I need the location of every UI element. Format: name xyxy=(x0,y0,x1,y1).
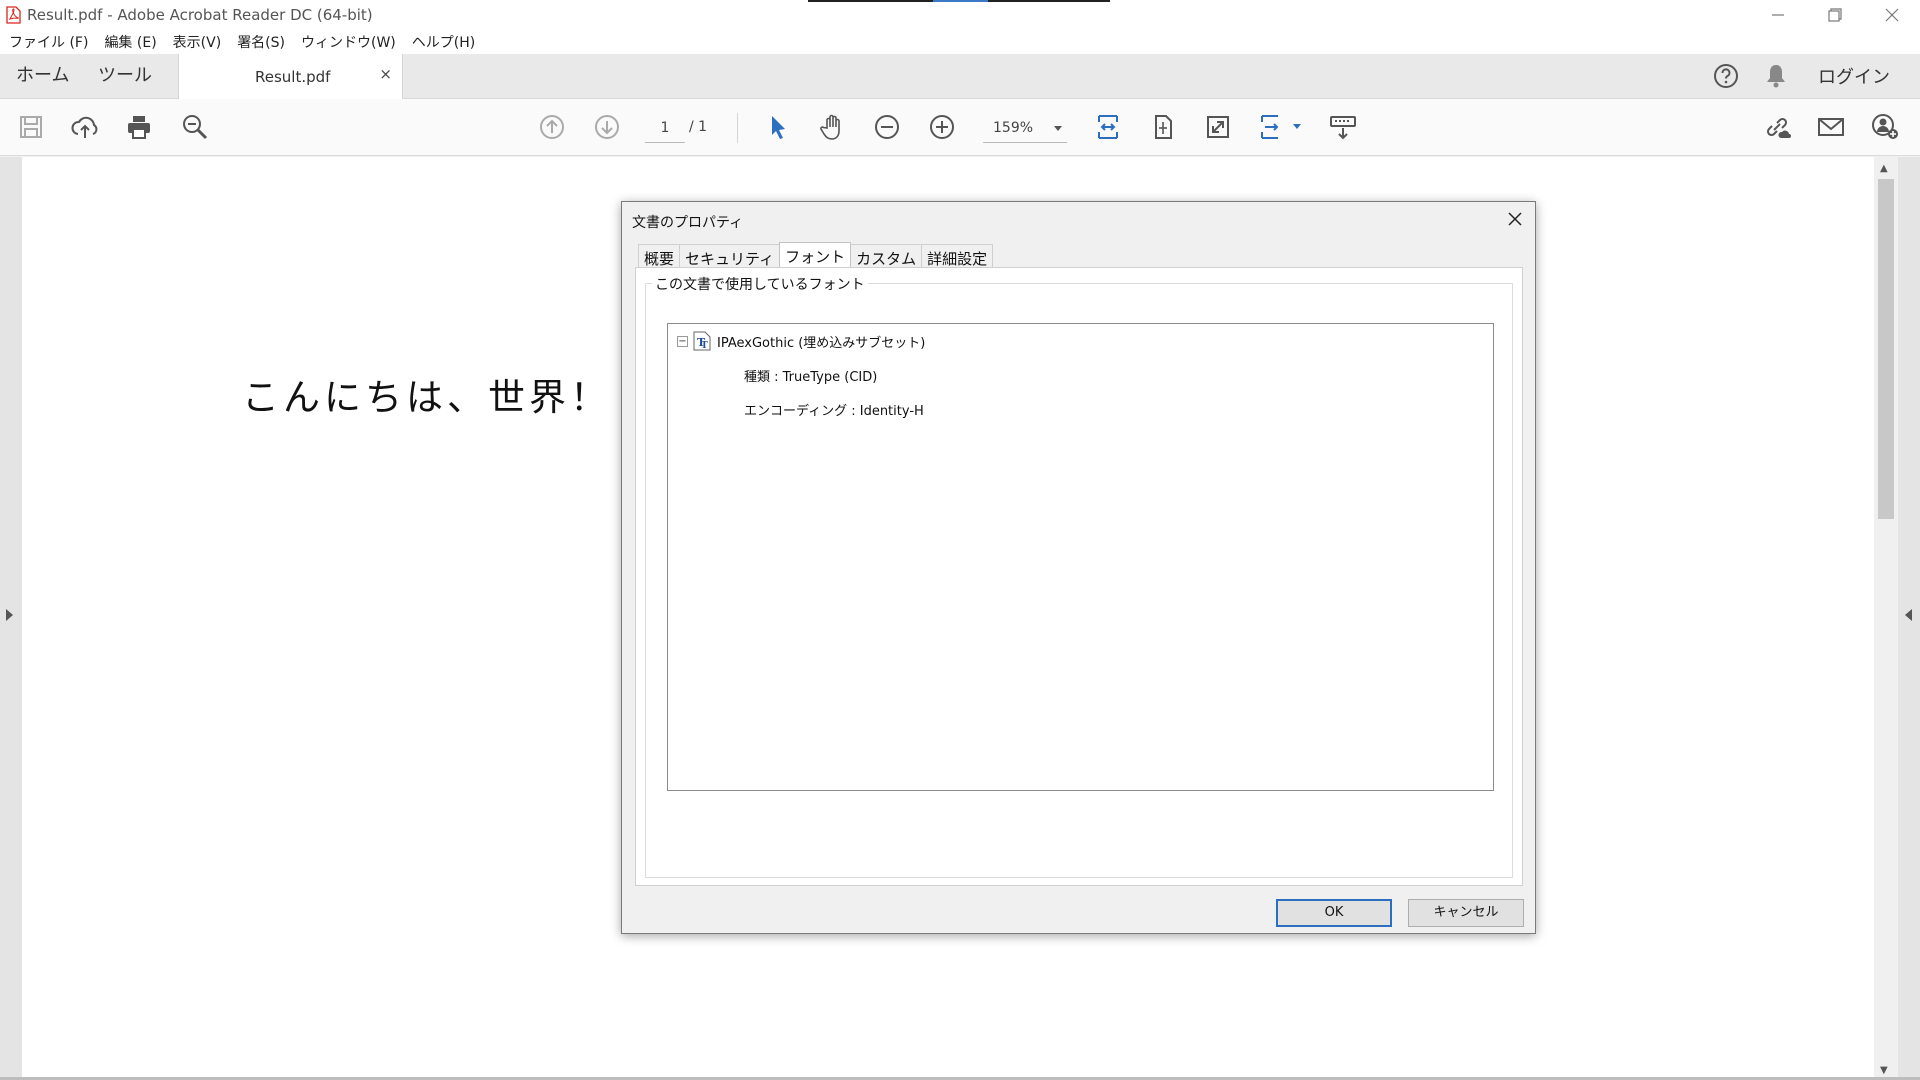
fonts-panel: この文書で使用しているフォント − T T IPAexGothic (埋め込みサ… xyxy=(635,267,1523,886)
font-type: 種類 : TrueType (CID) xyxy=(744,370,878,385)
dialog-title: 文書のプロパティ xyxy=(632,215,744,231)
vertical-scrollbar[interactable]: ▲ ▼ xyxy=(1874,157,1898,1080)
page-number-input[interactable]: 1 xyxy=(645,115,685,143)
login-button[interactable]: ログイン xyxy=(1818,63,1890,89)
keyboard-icon xyxy=(1330,116,1356,140)
font-encoding: エンコーディング : Identity-H xyxy=(744,404,924,419)
read-mode-button[interactable] xyxy=(1326,110,1360,144)
ok-button[interactable]: OK xyxy=(1276,899,1392,927)
fit-width-button[interactable] xyxy=(1091,110,1125,144)
plus-circle-icon xyxy=(930,115,954,139)
menu-bar: ファイル (F) 編集 (E) 表示(V) 署名(S) ウィンドウ(W) ヘルプ… xyxy=(0,29,1920,54)
font-tree[interactable]: − T T IPAexGothic (埋め込みサブセット) 種類 : TrueT… xyxy=(667,323,1494,791)
zoom-search-icon xyxy=(183,115,208,140)
document-text: こんにちは、世界！ xyxy=(242,376,611,419)
font-name: IPAexGothic (埋め込みサブセット) xyxy=(717,335,926,351)
zoom-dropdown[interactable]: 159% xyxy=(983,115,1067,143)
zoom-value: 159% xyxy=(993,120,1034,136)
zoom-in-button[interactable] xyxy=(925,110,959,144)
svg-text:T: T xyxy=(701,341,708,351)
previous-page-button[interactable] xyxy=(535,110,569,144)
toolbar: 1 / 1 159% xyxy=(0,99,1920,156)
close-icon[interactable] xyxy=(1505,209,1525,229)
cancel-button[interactable]: キャンセル xyxy=(1408,899,1524,927)
acrobat-icon xyxy=(6,5,21,24)
window-title: Result.pdf - Adobe Acrobat Reader DC (64… xyxy=(27,5,373,24)
minimize-icon xyxy=(1771,13,1784,16)
page-display-button[interactable] xyxy=(1256,110,1290,144)
restore-button[interactable] xyxy=(1806,0,1863,29)
menu-help[interactable]: ヘルプ(H) xyxy=(412,32,475,52)
truetype-font-icon: T T xyxy=(693,331,711,351)
right-panel-toggle-icon[interactable] xyxy=(1905,609,1912,621)
tab-document[interactable]: Result.pdf × xyxy=(178,54,403,99)
close-icon xyxy=(1885,8,1898,21)
tree-item-encoding: エンコーディング : Identity-H xyxy=(744,400,924,419)
upload-button[interactable] xyxy=(68,110,102,144)
tab-tools[interactable]: ツール xyxy=(98,54,152,98)
email-button[interactable] xyxy=(1814,110,1848,144)
menu-view[interactable]: 表示(V) xyxy=(173,32,222,52)
close-tab-button[interactable]: × xyxy=(379,65,392,83)
group-label: この文書で使用しているフォント xyxy=(652,274,868,294)
fonts-groupbox: この文書で使用しているフォント − T T IPAexGothic (埋め込みサ… xyxy=(645,274,1513,878)
toolbar-separator xyxy=(737,113,738,143)
hand-tool-button[interactable] xyxy=(816,110,850,144)
fit-page-button[interactable] xyxy=(1146,110,1180,144)
tab-home[interactable]: ホーム xyxy=(16,54,69,98)
zoom-out-button[interactable] xyxy=(870,110,904,144)
page-layout-icon xyxy=(1261,115,1279,139)
envelope-icon xyxy=(1818,118,1844,136)
scroll-down-icon[interactable]: ▼ xyxy=(1880,1065,1888,1076)
find-button[interactable] xyxy=(178,110,212,144)
tab-bar: ホーム ツール Result.pdf × ログイン xyxy=(0,54,1920,99)
tree-item-font[interactable]: − T T IPAexGothic (埋め込みサブセット) xyxy=(677,331,925,351)
left-panel-toggle-icon[interactable] xyxy=(6,609,13,621)
fit-page-icon xyxy=(1155,115,1172,139)
notification-bell-icon[interactable] xyxy=(1764,63,1788,89)
scrollbar-thumb[interactable] xyxy=(1878,179,1894,519)
scroll-up-icon[interactable]: ▲ xyxy=(1880,163,1888,174)
next-page-button[interactable] xyxy=(590,110,624,144)
arrow-up-circle-icon xyxy=(540,115,564,139)
fit-width-icon xyxy=(1098,115,1118,139)
chevron-down-icon xyxy=(1054,126,1062,131)
document-tab-label: Result.pdf xyxy=(255,68,331,86)
page-display-dropdown-icon[interactable] xyxy=(1293,124,1301,129)
restore-icon xyxy=(1827,7,1842,22)
minus-circle-icon xyxy=(875,115,899,139)
save-button[interactable] xyxy=(14,110,48,144)
collapse-icon[interactable]: − xyxy=(677,335,688,347)
page-total: / 1 xyxy=(689,119,708,135)
share-link-button[interactable] xyxy=(1760,110,1794,144)
select-tool-button[interactable] xyxy=(761,110,795,144)
menu-file[interactable]: ファイル (F) xyxy=(9,32,88,52)
cursor-arrow-icon xyxy=(772,116,785,139)
add-user-button[interactable] xyxy=(1868,110,1902,144)
menu-edit[interactable]: 編集 (E) xyxy=(104,32,156,52)
print-button[interactable] xyxy=(122,110,156,144)
cloud-upload-icon xyxy=(71,116,98,138)
help-icon[interactable] xyxy=(1712,62,1740,90)
menu-window[interactable]: ウィンドウ(W) xyxy=(301,32,396,52)
menu-sign[interactable]: 署名(S) xyxy=(237,32,285,52)
user-add-icon xyxy=(1872,114,1898,139)
hand-icon xyxy=(820,114,840,140)
tree-item-type: 種類 : TrueType (CID) xyxy=(744,366,877,385)
expand-icon xyxy=(1207,116,1229,138)
link-cloud-icon xyxy=(1766,117,1791,138)
title-bar: Result.pdf - Adobe Acrobat Reader DC (64… xyxy=(0,0,1920,29)
close-window-button[interactable] xyxy=(1863,0,1920,29)
save-icon xyxy=(20,116,42,138)
loading-bar xyxy=(808,0,1110,2)
full-screen-button[interactable] xyxy=(1201,110,1235,144)
document-properties-dialog: 文書のプロパティ 概要 セキュリティ フォント カスタム 詳細設定 この文書で使… xyxy=(621,201,1536,934)
printer-icon xyxy=(128,116,150,139)
arrow-down-circle-icon xyxy=(595,115,619,139)
minimize-button[interactable] xyxy=(1749,0,1806,29)
